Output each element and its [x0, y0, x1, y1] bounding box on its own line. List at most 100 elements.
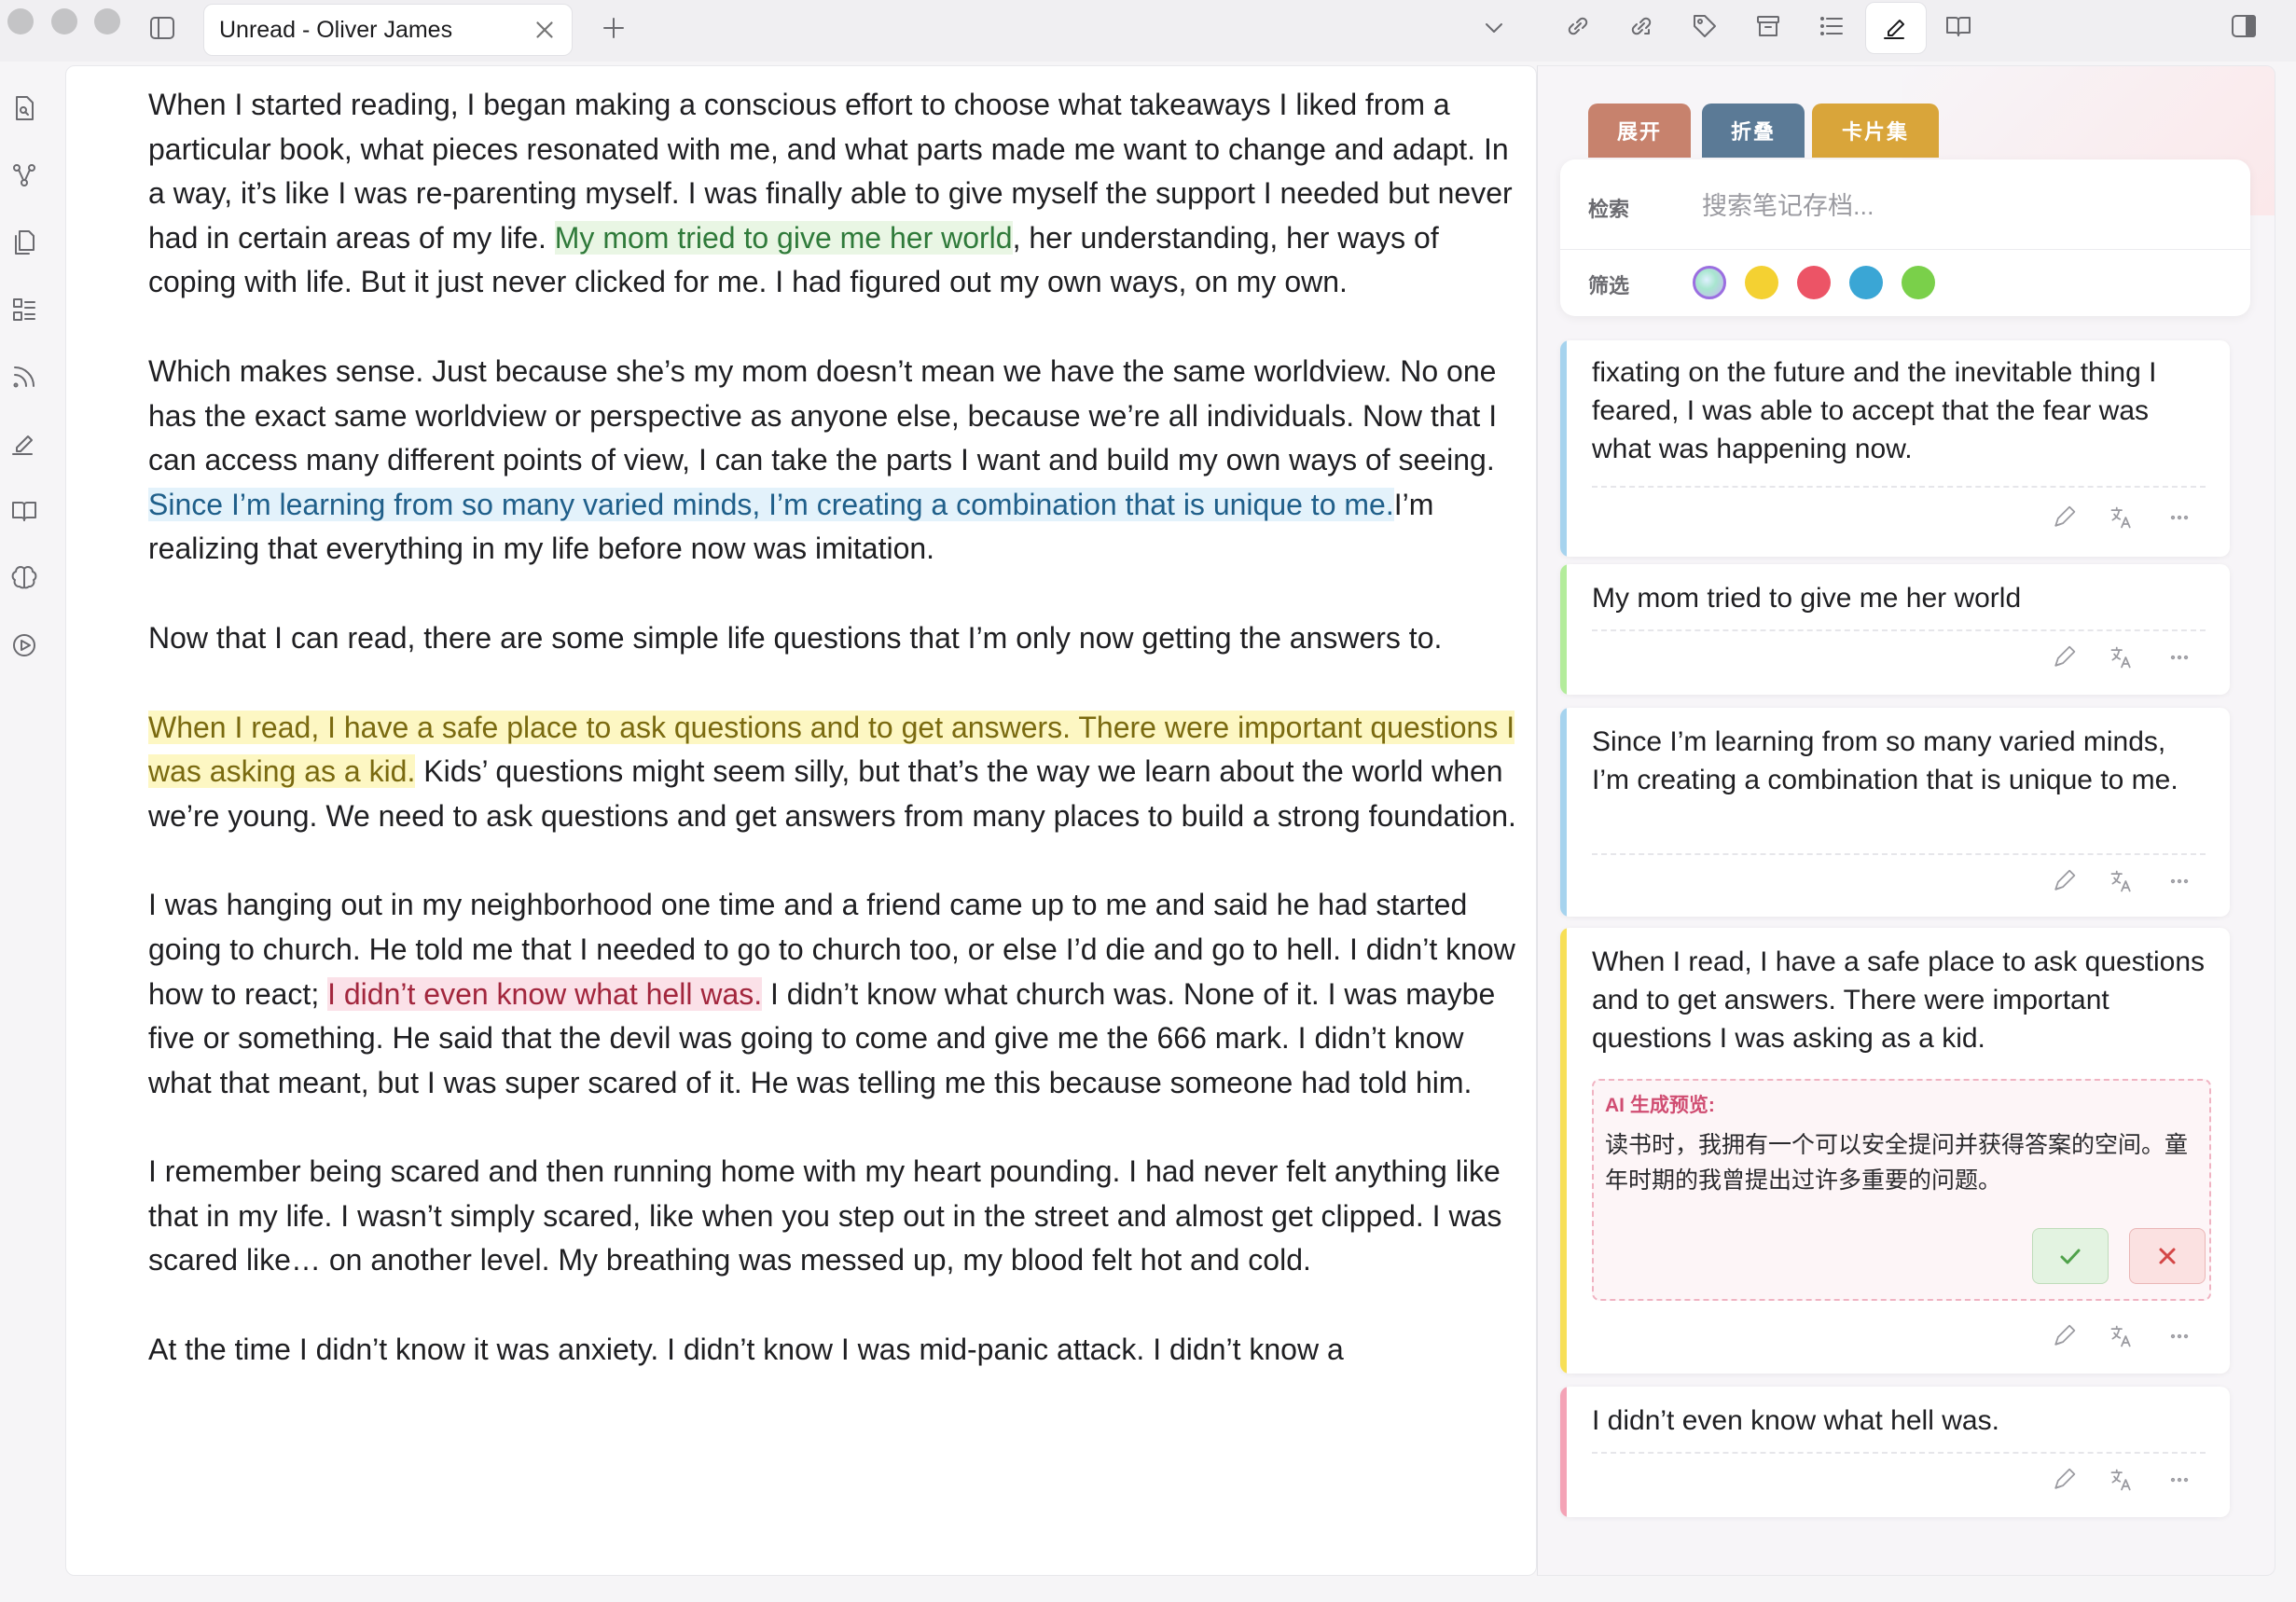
ai-preview-title: AI 生成预览:	[1605, 1095, 1715, 1116]
paragraph: When I read, I have a safe place to ask …	[148, 706, 1528, 839]
filter-blue[interactable]	[1849, 266, 1883, 299]
translate-icon[interactable]	[2109, 1467, 2135, 1493]
paragraph: I remember being scared and then running…	[148, 1154, 1502, 1277]
card-text: I didn’t even know what hell was.	[1592, 1405, 1999, 1436]
color-bar	[1560, 708, 1567, 917]
highlight-card[interactable]: My mom tried to give me her world	[1560, 564, 2230, 695]
highlighter-icon[interactable]	[6, 425, 43, 463]
divider	[1592, 853, 2206, 855]
reject-button[interactable]	[2129, 1228, 2206, 1284]
divider	[1592, 629, 2206, 631]
divider	[1592, 1452, 2206, 1454]
paragraph: Now that I can read, there are some simp…	[148, 620, 1443, 655]
highlights-panel: 展开 折叠 卡片集 检索 筛选 fixating on the future a…	[1537, 65, 2275, 1576]
translate-icon[interactable]	[2109, 1323, 2135, 1349]
close-icon[interactable]	[531, 16, 560, 46]
window-minimize-button[interactable]	[51, 8, 77, 35]
archive-icon[interactable]	[1748, 6, 1789, 47]
edit-icon[interactable]	[2051, 868, 2077, 894]
new-tab-icon[interactable]	[595, 9, 632, 47]
paragraph: I was hanging out in my neighborhood one…	[148, 883, 1528, 1105]
divider	[1592, 486, 2206, 488]
highlighter-icon[interactable]	[1865, 2, 1927, 54]
ai-preview-text: 读书时，我拥有一个可以安全提问并获得答案的空间。童年时期的我曾提出过许多重要的问…	[1605, 1132, 2189, 1194]
book-icon[interactable]	[6, 492, 43, 530]
filter-label: 筛选	[1588, 274, 1630, 297]
card-text: fixating on the future and the inevitabl…	[1592, 357, 2157, 464]
highlight-pink[interactable]: I didn’t even know what hell was.	[327, 976, 763, 1011]
filter-all-colors[interactable]	[1693, 266, 1726, 299]
highlight-green[interactable]: My mom tried to give me her world	[554, 220, 1013, 255]
kanban-icon[interactable]	[6, 291, 43, 328]
more-icon[interactable]	[2166, 1467, 2192, 1493]
card-text: When I read, I have a safe place to ask …	[1592, 946, 2206, 1054]
window-zoom-button[interactable]	[94, 8, 120, 35]
color-bar	[1560, 564, 1567, 695]
edit-icon[interactable]	[2051, 644, 2077, 670]
tab-unread[interactable]: Unread - Oliver James	[203, 4, 573, 56]
tab-card-set[interactable]: 卡片集	[1812, 104, 1939, 158]
edit-icon[interactable]	[2051, 1323, 2077, 1349]
filter-green[interactable]	[1902, 266, 1935, 299]
paragraph: At the time I didn’t know it was anxiety…	[148, 1333, 1344, 1367]
outline-list-icon[interactable]	[1811, 6, 1852, 47]
ai-preview-box: AI 生成预览: 读书时，我拥有一个可以安全提问并获得答案的空间。童年时期的我曾…	[1592, 1079, 2211, 1301]
link-icon[interactable]	[1557, 6, 1598, 47]
search-filter-card: 检索 筛选	[1560, 159, 2250, 316]
card-text: Since I’m learning from so many varied m…	[1592, 726, 2178, 795]
sidebar-toggle-icon[interactable]	[142, 7, 183, 48]
filter-yellow[interactable]	[1745, 266, 1778, 299]
left-ribbon	[0, 62, 63, 1602]
highlight-blue[interactable]: Since I’m learning from so many varied m…	[148, 487, 1394, 521]
card-actions	[2051, 644, 2192, 670]
tag-icon[interactable]	[1684, 6, 1725, 47]
highlight-card[interactable]: I didn’t even know what hell was.	[1560, 1387, 2230, 1517]
title-bar: Unread - Oliver James	[0, 0, 2296, 62]
translate-icon[interactable]	[2109, 504, 2135, 531]
search-file-icon[interactable]	[6, 90, 43, 127]
graph-icon[interactable]	[6, 157, 43, 194]
color-bar	[1560, 928, 1567, 1374]
tab-collapse[interactable]: 折叠	[1702, 104, 1805, 158]
accept-button[interactable]	[2032, 1228, 2109, 1284]
translate-icon[interactable]	[2109, 644, 2135, 670]
right-sidebar-toggle-icon[interactable]	[2223, 6, 2264, 47]
more-icon[interactable]	[2166, 1323, 2192, 1349]
paragraph: When I started reading, I began making a…	[148, 83, 1528, 305]
edit-icon[interactable]	[2051, 1467, 2077, 1493]
filter-red[interactable]	[1797, 266, 1831, 299]
divider	[1560, 249, 2250, 250]
edit-icon[interactable]	[2051, 504, 2077, 531]
brain-icon[interactable]	[6, 559, 43, 597]
reading-pane: When I started reading, I began making a…	[65, 65, 1537, 1576]
rss-icon[interactable]	[6, 358, 43, 395]
search-input[interactable]	[1702, 187, 2224, 225]
search-label: 检索	[1588, 198, 1630, 221]
card-actions	[2051, 1323, 2192, 1349]
more-icon[interactable]	[2166, 504, 2192, 531]
backlink-icon[interactable]	[1621, 6, 1662, 47]
book-icon[interactable]	[1938, 6, 1979, 47]
tab-title: Unread - Oliver James	[219, 16, 453, 43]
card-actions	[2051, 868, 2192, 894]
close-icon	[2159, 1248, 2176, 1264]
files-icon[interactable]	[6, 224, 43, 261]
chevron-down-icon[interactable]	[1475, 9, 1513, 47]
more-icon[interactable]	[2166, 644, 2192, 670]
reading-text: When I started reading, I began making a…	[148, 83, 1528, 1575]
card-actions	[2051, 504, 2192, 531]
color-bar	[1560, 1387, 1567, 1517]
paragraph: Which makes sense. Just because she’s my…	[148, 350, 1528, 572]
window-close-button[interactable]	[7, 8, 34, 35]
play-icon[interactable]	[6, 627, 43, 664]
checkmark-icon	[2060, 1249, 2081, 1264]
text-span: Which makes sense. Just because she’s my…	[148, 353, 1498, 477]
color-bar	[1560, 340, 1567, 557]
tab-expand[interactable]: 展开	[1588, 104, 1691, 158]
more-icon[interactable]	[2166, 868, 2192, 894]
highlight-card[interactable]: fixating on the future and the inevitabl…	[1560, 340, 2230, 557]
highlight-card[interactable]: Since I’m learning from so many varied m…	[1560, 708, 2230, 917]
card-text: My mom tried to give me her world	[1592, 583, 2022, 614]
highlight-card[interactable]: When I read, I have a safe place to ask …	[1560, 928, 2230, 1374]
translate-icon[interactable]	[2109, 868, 2135, 894]
